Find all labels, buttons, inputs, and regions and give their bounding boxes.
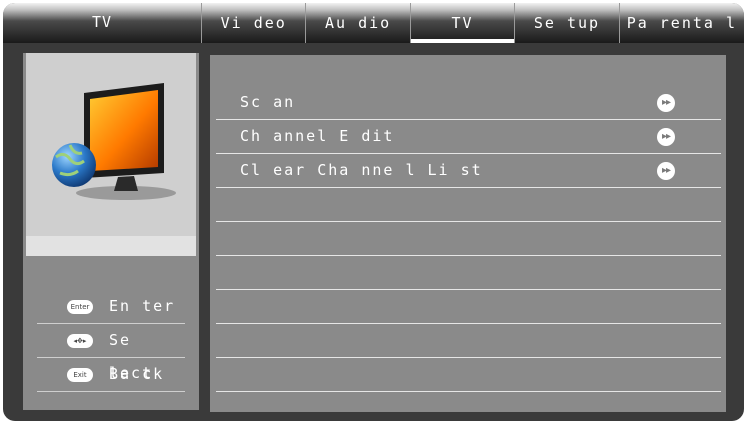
tv-globe-icon	[52, 83, 176, 200]
hint-enter: Enter En ter	[37, 290, 185, 324]
forward-arrow-icon: ▸▸	[657, 162, 675, 180]
menu-item-scan[interactable]: Sc an ▸▸	[216, 85, 721, 120]
category-preview	[26, 53, 196, 236]
menu-empty-row	[216, 255, 721, 290]
menu-tabs: Vi deo Au dio TV Se tup Pa renta l	[201, 3, 744, 43]
tab-video[interactable]: Vi deo	[201, 3, 305, 43]
menu-item-label: Ch annel E dit	[240, 127, 395, 145]
menu-item-channel-edit[interactable]: Ch annel E dit ▸▸	[216, 119, 721, 154]
menu-item-clear-channel-list[interactable]: Cl ear Cha nne l Li st ▸▸	[216, 153, 721, 188]
tab-tv[interactable]: TV	[409, 3, 515, 43]
tv-menu-window: TV Vi deo Au dio TV Se tup Pa renta l En…	[3, 3, 744, 421]
enter-key-icon: Enter	[67, 300, 93, 314]
menu-empty-row	[216, 221, 721, 256]
left-info-panel: Enter En ter ◂✥▸ Se lect Exit Ba ck	[23, 53, 199, 410]
preview-caption-strip	[26, 236, 196, 256]
menu-item-label: Sc an	[240, 93, 296, 111]
tv-menu-list: Sc an ▸▸ Ch annel E dit ▸▸ Cl ear Cha nn…	[210, 55, 726, 412]
tab-setup[interactable]: Se tup	[514, 3, 618, 43]
menu-title: TV	[91, 13, 113, 31]
menu-empty-row	[216, 289, 721, 324]
top-menu-bar: TV Vi deo Au dio TV Se tup Pa renta l	[3, 3, 744, 43]
dpad-icon: ◂✥▸	[67, 334, 93, 348]
hint-enter-label: En ter	[109, 297, 176, 315]
hint-back: Exit Ba ck	[37, 358, 185, 392]
hint-select: ◂✥▸ Se lect	[37, 324, 185, 382]
tab-parental[interactable]: Pa renta l	[618, 3, 744, 43]
hint-back-label: Ba ck	[109, 365, 165, 383]
menu-empty-row	[216, 323, 721, 358]
menu-empty-row	[216, 357, 721, 392]
menu-item-label: Cl ear Cha nne l Li st	[240, 161, 483, 179]
forward-arrow-icon: ▸▸	[657, 94, 675, 112]
menu-empty-row	[216, 187, 721, 222]
exit-key-icon: Exit	[67, 368, 93, 382]
forward-arrow-icon: ▸▸	[657, 128, 675, 146]
tab-audio[interactable]: Au dio	[305, 3, 409, 43]
